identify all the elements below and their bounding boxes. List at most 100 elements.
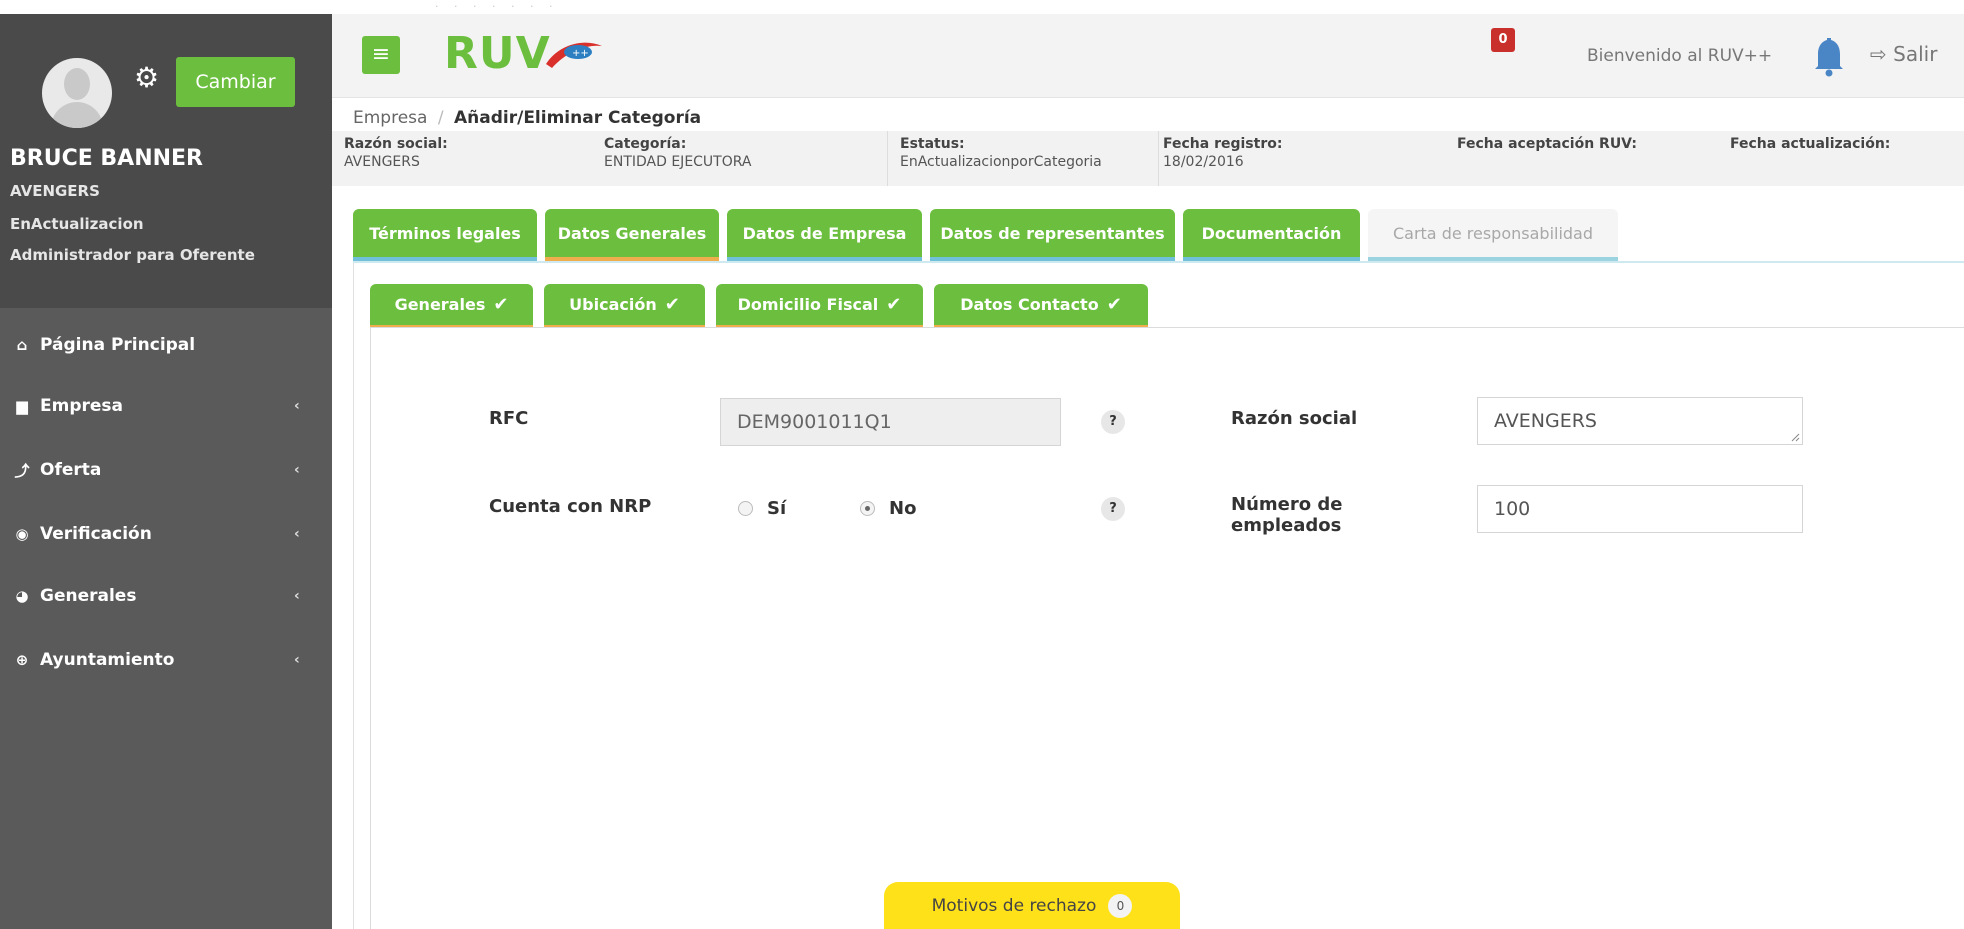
check-icon: ✔ — [1106, 294, 1122, 315]
subtab-label: Generales — [394, 295, 486, 314]
info-razon-social: Razón social: AVENGERS — [344, 136, 448, 170]
logout-link[interactable]: ⇨ Salir — [1870, 42, 1937, 66]
breadcrumb-current: Añadir/Eliminar Categoría — [454, 108, 702, 128]
info-label: Razón social: — [344, 136, 448, 152]
razon-social-label: Razón social — [1231, 408, 1358, 429]
radio-label: Sí — [767, 498, 787, 519]
logo-swoosh-icon: ++ — [546, 42, 602, 68]
avatar — [42, 58, 112, 128]
info-fecha-registro: Fecha registro: 18/02/2016 — [1163, 136, 1282, 170]
subtab-ubicacion[interactable]: Ubicación ✔ — [544, 284, 705, 328]
tab-carta-de-responsabilidad[interactable]: Carta de responsabilidad — [1368, 209, 1618, 261]
motivos-rechazo-button[interactable]: Motivos de rechazo 0 — [884, 882, 1180, 929]
info-label: Fecha registro: — [1163, 136, 1283, 152]
check-icon: ✔ — [493, 294, 509, 315]
tab-datos-generales[interactable]: Datos Generales — [545, 209, 719, 261]
tab-terminos-legales[interactable]: Términos legales — [353, 209, 537, 261]
tab-datos-de-empresa[interactable]: Datos de Empresa — [727, 209, 922, 261]
nav-label: Generales — [40, 586, 137, 606]
top-strip: · · · · · · · — [0, 0, 1964, 14]
dashboard-icon: ◕ — [15, 587, 29, 605]
svg-text:++: ++ — [572, 48, 589, 59]
empleados-input[interactable] — [1477, 485, 1803, 533]
building-icon: ▆ — [16, 397, 28, 415]
nav-item-pagina-principal[interactable]: ⌂ Página Principal — [0, 325, 332, 365]
loading-dots: · · · · · · · — [435, 0, 559, 13]
chevron-left-icon: ‹ — [294, 462, 300, 478]
info-value: EnActualizacionporCategoria — [900, 154, 1102, 170]
check-icon: ✔ — [886, 294, 902, 315]
bell-icon[interactable] — [1810, 30, 1850, 80]
subtab-generales[interactable]: Generales ✔ — [370, 284, 533, 328]
motivos-count-badge: 0 — [1108, 893, 1133, 918]
subtab-label: Domicilio Fiscal — [737, 295, 879, 314]
info-estatus: Estatus: EnActualizacionporCategoria — [900, 136, 1102, 170]
nav-item-verificacion[interactable]: ◉ Verificación ‹ — [0, 514, 332, 554]
rfc-label: RFC — [489, 408, 529, 429]
breadcrumb-separator: / — [437, 108, 444, 128]
nav-item-empresa[interactable]: ▆ Empresa ‹ — [0, 386, 332, 426]
nav-item-ayuntamiento[interactable]: ⊕ Ayuntamiento ‹ — [0, 640, 332, 680]
nav-item-generales[interactable]: ◕ Generales ‹ — [0, 576, 332, 616]
home-icon: ⌂ — [16, 336, 28, 354]
info-label: Fecha actualización: — [1730, 136, 1891, 152]
razon-social-input[interactable] — [1477, 397, 1803, 445]
nrp-radio-si[interactable]: Sí — [738, 498, 786, 519]
top-header: ≡ RUV ++ Bienvenido al RUV++ 0 ⇨ Salir — [332, 14, 1964, 98]
nav-label: Verificación — [40, 524, 152, 544]
empleados-label: Número de empleados — [1231, 494, 1342, 536]
nav-label: Ayuntamiento — [40, 650, 175, 670]
resize-handle-icon[interactable] — [1790, 432, 1800, 442]
tab-documentacion[interactable]: Documentación — [1183, 209, 1360, 261]
info-label: Estatus: — [900, 136, 965, 152]
check-icon: ✔ — [664, 294, 680, 315]
info-value: ENTIDAD EJECUTORA — [604, 154, 752, 170]
empleados-label-line1: Número de — [1231, 494, 1343, 515]
subtab-datos-contacto[interactable]: Datos Contacto ✔ — [934, 284, 1148, 328]
user-role: Administrador para Oferente — [10, 246, 255, 264]
gear-icon[interactable]: ⚙ — [134, 64, 159, 92]
rfc-input[interactable] — [720, 398, 1061, 446]
sidebar: ⚙ Cambiar BRUCE BANNER AVENGERS EnActual… — [0, 14, 332, 929]
info-value: AVENGERS — [344, 154, 420, 170]
nav-label: Oferta — [40, 460, 102, 480]
avatar-head — [64, 68, 90, 100]
rfc-help-icon[interactable]: ? — [1101, 410, 1125, 434]
ruv-logo[interactable]: RUV — [444, 28, 551, 79]
change-button[interactable]: Cambiar — [176, 57, 295, 107]
logout-icon: ⇨ — [1870, 42, 1887, 66]
chevron-left-icon: ‹ — [294, 588, 300, 604]
info-categoria: Categoría: ENTIDAD EJECUTORA — [604, 136, 752, 170]
nrp-label: Cuenta con NRP — [489, 496, 652, 517]
user-company: AVENGERS — [10, 182, 100, 200]
chevron-left-icon: ‹ — [294, 652, 300, 668]
info-fecha-aceptacion: Fecha aceptación RUV: — [1457, 136, 1637, 154]
info-divider — [1158, 131, 1159, 186]
subtab-label: Datos Contacto — [960, 295, 1099, 314]
nrp-help-icon[interactable]: ? — [1101, 497, 1125, 521]
nrp-radio-no[interactable]: No — [860, 498, 916, 519]
logout-label: Salir — [1893, 42, 1938, 66]
menu-toggle-button[interactable]: ≡ — [362, 36, 400, 74]
chart-icon: ⤴ — [14, 461, 30, 480]
company-info-bar: Razón social: AVENGERS Categoría: ENTIDA… — [332, 131, 1964, 186]
radio-circle-selected-icon — [860, 501, 875, 516]
chevron-left-icon: ‹ — [294, 398, 300, 414]
user-status: EnActualizacion — [10, 215, 144, 233]
nav-label: Empresa — [40, 396, 123, 416]
plus-circle-icon: ⊕ — [15, 651, 29, 669]
breadcrumb: Empresa / Añadir/Eliminar Categoría — [353, 108, 701, 128]
tab-datos-de-representantes[interactable]: Datos de representantes — [930, 209, 1175, 261]
welcome-text: Bienvenido al RUV++ — [1587, 46, 1773, 66]
notification-badge: 0 — [1491, 28, 1515, 52]
info-label: Categoría: — [604, 136, 687, 152]
nav-item-oferta[interactable]: ⤴ Oferta ‹ — [0, 450, 332, 490]
empleados-label-line2: empleados — [1231, 515, 1342, 536]
radio-label: No — [889, 498, 917, 519]
info-label: Fecha aceptación RUV: — [1457, 136, 1637, 152]
breadcrumb-parent[interactable]: Empresa — [353, 108, 427, 128]
subtab-domicilio-fiscal[interactable]: Domicilio Fiscal ✔ — [716, 284, 923, 328]
user-profile: ⚙ Cambiar BRUCE BANNER AVENGERS EnActual… — [0, 14, 332, 308]
motivos-label: Motivos de rechazo — [931, 895, 1097, 916]
info-fecha-actualizacion: Fecha actualización: — [1730, 136, 1890, 154]
